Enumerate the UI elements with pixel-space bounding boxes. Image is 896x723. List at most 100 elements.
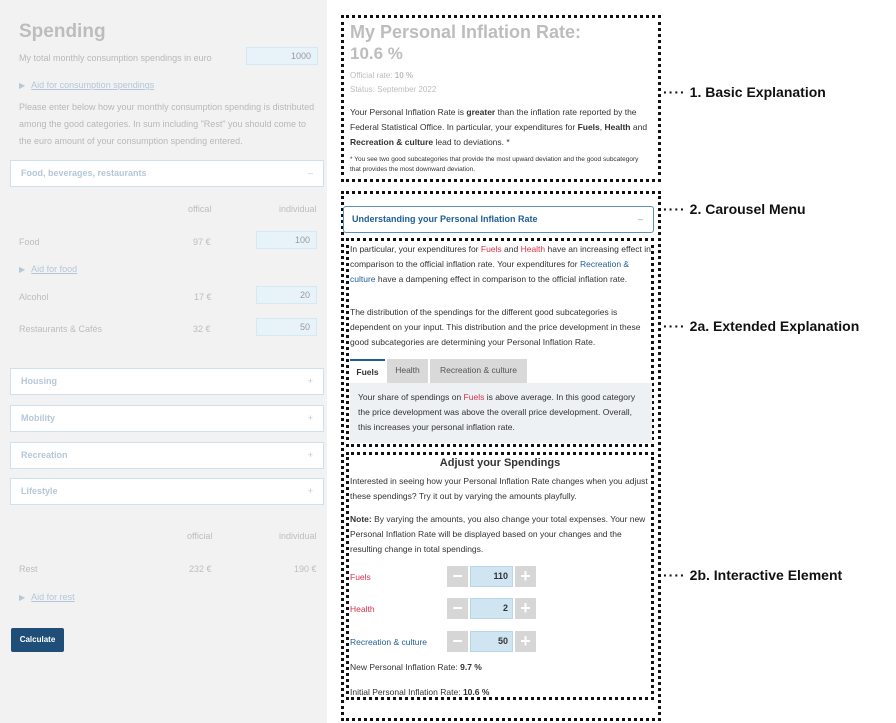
adjust-recreation-label: Recreation & culture [350, 637, 428, 647]
increment-button[interactable]: + [515, 631, 536, 652]
annotation-dots: ···· [663, 201, 686, 217]
spending-panel: Spending My total monthly consumption sp… [0, 0, 327, 723]
tab-recreation-culture[interactable]: Recreation & culture [430, 359, 527, 383]
category-lifestyle[interactable]: Lifestyle + [10, 478, 324, 505]
adjust-intro: Interested in seeing how your Personal I… [350, 476, 648, 501]
footnote-text: * You see two good subcategories that pr… [350, 156, 639, 173]
aid-consumption-label: Aid for consumption spendings [31, 80, 155, 90]
initial-rate-value: 10.6 % [462, 687, 490, 697]
annotation-extended-explanation: ···· 2a. Extended Explanation [663, 318, 859, 334]
col-individual-header: individual [279, 204, 317, 214]
annotation-dots: ···· [663, 318, 686, 334]
basic-text-part: and [630, 122, 648, 132]
ext-fuels: Fuels [480, 244, 502, 254]
ext-health: Health [520, 244, 546, 254]
annotation-label: 2a. Extended Explanation [689, 318, 860, 334]
ext-text-part: have a dampening effect in comparison to… [375, 274, 628, 284]
category-food[interactable]: Food, beverages, restaurants – [10, 160, 324, 187]
row-restaurants-official: 32 € [193, 324, 211, 334]
category-recreation-label: Recreation [21, 450, 68, 460]
initial-rate-label: Initial Personal Inflation Rate: [350, 687, 461, 697]
extended-p1: In particular, your expenditures for Fue… [350, 242, 652, 287]
aid-rest-label: Aid for rest [31, 592, 75, 602]
row-food-name: Food [19, 237, 40, 247]
carousel-label: Understanding your Personal Inflation Ra… [352, 214, 538, 224]
annotation-dots: ···· [663, 84, 686, 100]
ext-text-part: In particular, your expenditures for [350, 244, 481, 254]
new-rate-label: New Personal Inflation Rate: [350, 662, 458, 672]
increment-button[interactable]: + [515, 566, 536, 587]
panel-text-part: Your share of spendings on [358, 392, 464, 402]
carousel-understanding[interactable]: Understanding your Personal Inflation Ra… [343, 206, 654, 233]
fuels-value-input[interactable]: 110 [470, 566, 513, 587]
aid-food-label: Aid for food [31, 264, 78, 274]
category-mobility[interactable]: Mobility + [10, 405, 324, 432]
note-label: Note: [350, 514, 372, 524]
aid-consumption-link[interactable]: ▶ Aid for consumption spendings [19, 80, 154, 90]
result-rate: 10.6 % [350, 44, 403, 63]
row-alcohol-input[interactable]: 20 [256, 286, 317, 304]
annotation-label: 2. Carousel Menu [689, 201, 806, 217]
expand-icon: + [307, 486, 313, 496]
row-restaurants-input[interactable]: 50 [256, 318, 317, 336]
row-restaurants-name: Restaurants & Cafés [19, 324, 103, 334]
official-rate: Official rate: 10 % [350, 71, 413, 80]
fuels-stepper: − 110 + [447, 566, 536, 587]
official-rate-label: Official rate: [350, 71, 393, 80]
increment-button[interactable]: + [515, 598, 536, 619]
extended-p2: The distribution of the spendings for th… [350, 307, 641, 347]
expand-icon: + [307, 376, 313, 386]
annotation-basic-explanation: ···· 1. Basic Explanation [663, 84, 826, 100]
health-value-input[interactable]: 2 [470, 598, 513, 619]
ext-text-part: and [501, 244, 521, 254]
adjust-fuels-label: Fuels [350, 572, 371, 582]
new-rate-value: 9.7 % [460, 662, 482, 672]
row-food-official: 97 € [193, 237, 211, 247]
rest-col-individual-header: individual [279, 531, 317, 541]
decrement-button[interactable]: − [447, 566, 468, 587]
row-food-input[interactable]: 100 [256, 231, 317, 249]
basic-fuels: Fuels [577, 122, 600, 132]
recreation-value-input[interactable]: 50 [470, 631, 513, 652]
basic-greater: greater [466, 107, 496, 117]
calculate-button[interactable]: Calculate [11, 628, 64, 652]
official-rate-value: 10 % [394, 71, 414, 80]
category-housing[interactable]: Housing + [10, 368, 324, 395]
spending-title: Spending [19, 21, 106, 42]
decrement-button[interactable]: − [447, 631, 468, 652]
initial-rate: Initial Personal Inflation Rate: 10.6 % [350, 685, 650, 700]
recreation-stepper: − 50 + [447, 631, 536, 652]
tab-fuels[interactable]: Fuels [350, 359, 385, 383]
decrement-button[interactable]: − [447, 598, 468, 619]
category-lifestyle-label: Lifestyle [21, 486, 58, 496]
aid-rest-link[interactable]: ▶ Aid for rest [19, 592, 75, 602]
instructions-text: Please enter below how your monthly cons… [19, 102, 315, 146]
basic-health: Health [604, 122, 631, 132]
category-housing-label: Housing [21, 376, 57, 386]
triangle-right-icon: ▶ [19, 81, 26, 90]
basic-text-part: , [599, 122, 603, 132]
basic-explanation-text: Your Personal Inflation Rate is greater … [350, 105, 652, 150]
annotation-dots: ···· [663, 567, 686, 583]
category-food-label: Food, beverages, restaurants [21, 168, 147, 178]
annotation-carousel-menu: ···· 2. Carousel Menu [663, 201, 806, 217]
rest-col-official-header: official [187, 531, 213, 541]
tab-panel-fuels: Your share of spendings on Fuels is abov… [350, 383, 652, 443]
result-title: My Personal Inflation Rate: [350, 22, 582, 42]
row-alcohol-official: 17 € [194, 292, 212, 302]
basic-recreation: Recreation & culture [350, 137, 434, 147]
total-spending-label: My total monthly consumption spendings i… [19, 53, 212, 63]
category-mobility-label: Mobility [21, 413, 55, 423]
new-rate: New Personal Inflation Rate: 9.7 % [350, 660, 650, 675]
basic-text-part: Your Personal Inflation Rate is [350, 107, 467, 117]
total-spending-input[interactable]: 1000 [246, 47, 318, 65]
aid-food-link[interactable]: ▶ Aid for food [19, 264, 77, 274]
row-alcohol-name: Alcohol [19, 292, 49, 302]
adjust-health-label: Health [350, 604, 375, 614]
triangle-right-icon: ▶ [19, 265, 26, 274]
tab-panel-text: Your share of spendings on Fuels is abov… [358, 390, 644, 435]
tab-health[interactable]: Health [387, 359, 428, 383]
category-recreation[interactable]: Recreation + [10, 442, 324, 469]
adjust-title: Adjust your Spendings [439, 457, 561, 469]
panel-fuels: Fuels [463, 392, 485, 402]
